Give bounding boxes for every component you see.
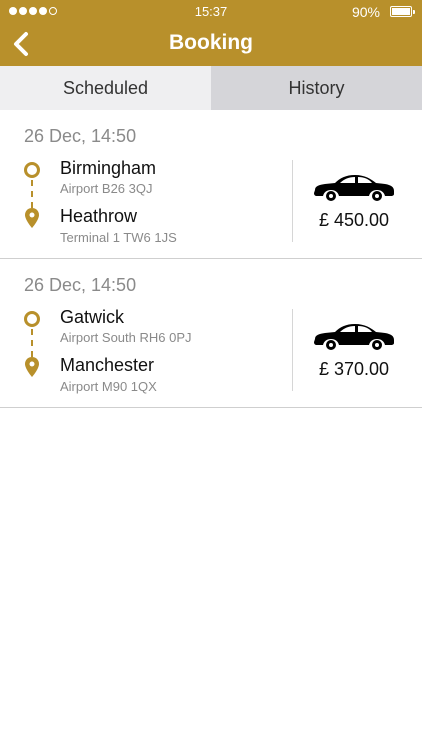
destination-name: Manchester (60, 355, 155, 375)
tab-history[interactable]: History (211, 66, 422, 110)
booking-card[interactable]: 26 Dec, 14:50 Birmingham Airport B26 3QJ… (0, 110, 422, 259)
booking-price: £ 450.00 (318, 210, 390, 230)
destination-name: Heathrow (60, 206, 138, 226)
booking-date: 26 Dec, 14:50 (24, 126, 137, 146)
battery-percentage: 90% (351, 4, 380, 20)
tab-bar: Scheduled History (0, 66, 422, 110)
booking-price: £ 370.00 (318, 359, 390, 379)
location-pin-icon (25, 357, 39, 377)
booking-list: 26 Dec, 14:50 Birmingham Airport B26 3QJ… (0, 110, 422, 408)
origin-circle-icon (24, 162, 40, 178)
origin-address: Airport South RH6 0PJ (60, 330, 192, 345)
route: Gatwick Airport South RH6 0PJ Manchester… (24, 305, 284, 395)
tab-scheduled[interactable]: Scheduled (0, 66, 211, 110)
status-bar: 15:37 90% (0, 0, 422, 24)
destination-address: Terminal 1 TW6 1JS (60, 230, 177, 245)
battery-level (392, 8, 410, 15)
booking-date: 26 Dec, 14:50 (24, 275, 137, 295)
origin-name: Birmingham (60, 158, 157, 178)
route: Birmingham Airport B26 3QJ Heathrow Term… (24, 156, 284, 246)
car-icon (314, 175, 394, 201)
page-title: Booking (169, 31, 253, 54)
app-header: 15:37 90% Booking (0, 0, 422, 66)
route-line (31, 180, 33, 208)
origin-name: Gatwick (60, 307, 125, 327)
car-icon (314, 324, 394, 350)
origin-address: Airport B26 3QJ (60, 181, 153, 196)
battery-icon (390, 6, 415, 17)
destination-address: Airport M90 1QX (60, 379, 157, 394)
origin-circle-icon (24, 311, 40, 327)
route-line (31, 329, 33, 357)
booking-card[interactable]: 26 Dec, 14:50 Gatwick Airport South RH6 … (0, 259, 422, 408)
location-pin-icon (25, 208, 39, 228)
